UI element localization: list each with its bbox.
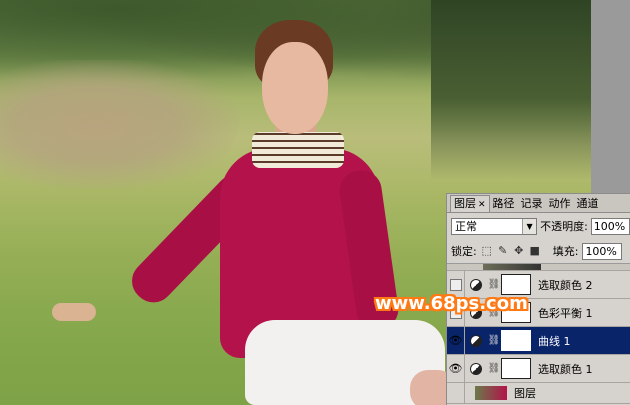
tab-layers[interactable]: 图层 ✕	[450, 195, 490, 212]
layer-thumbnail	[475, 386, 507, 400]
layer-name: 图层	[514, 387, 536, 400]
layer-name: 曲线 1	[538, 334, 571, 348]
layer-name: 选取颜色 1	[538, 362, 593, 376]
background-trees-right	[431, 0, 591, 180]
face	[262, 42, 328, 134]
lock-all-icon[interactable]: ■	[529, 245, 541, 257]
watermark: www.68ps.com	[375, 293, 528, 314]
lock-move-icon[interactable]: ✥	[513, 245, 525, 257]
lock-transparency-icon[interactable]: ⬚	[481, 245, 493, 257]
layer-mask-thumbnail[interactable]	[501, 274, 531, 295]
lock-label: 锁定:	[451, 245, 477, 258]
adjustment-icon	[465, 362, 487, 375]
tab-history[interactable]: 记录	[518, 196, 546, 212]
chevron-down-icon[interactable]: ▼	[522, 218, 537, 234]
layer-mask-thumbnail[interactable]	[501, 330, 531, 351]
eye-icon: 👁	[448, 362, 463, 375]
panel-tabs: 图层 ✕ 路径 记录 动作 通道	[447, 194, 630, 213]
visibility-toggle[interactable]: 👁	[447, 355, 465, 382]
layer-name: 选取颜色 2	[538, 278, 593, 292]
tab-channels[interactable]: 通道	[574, 196, 602, 212]
layer-row-partial-bottom[interactable]: 图层	[447, 383, 630, 404]
link-icon[interactable]: ⛓	[487, 363, 501, 374]
lock-fill-row: 锁定: ⬚ ✎ ✥ ■ 填充: 100%	[447, 239, 630, 264]
link-icon[interactable]: ⛓	[487, 335, 501, 346]
tab-label: 图层	[454, 197, 476, 210]
layer-mask-thumbnail[interactable]	[501, 358, 531, 379]
layer-name: 色彩平衡 1	[538, 306, 593, 320]
adjustment-icon	[465, 334, 487, 347]
visibility-toggle[interactable]	[447, 383, 465, 403]
striped-collar	[252, 132, 344, 168]
blend-mode-select[interactable]: 正常 ▼	[451, 217, 538, 235]
close-icon[interactable]: ✕	[478, 200, 486, 210]
visibility-toggle[interactable]: 👁	[447, 327, 465, 354]
layer-row-partial-top	[447, 264, 630, 271]
left-hand	[52, 303, 96, 321]
link-icon[interactable]: ⛓	[487, 279, 501, 290]
opacity-label: 不透明度:	[540, 220, 588, 233]
layers-list: ⛓ 选取颜色 2 ⛓ 色彩平衡 1 👁 ⛓ 曲线 1 👁 ⛓ 选取颜色 1 图层	[447, 264, 630, 404]
woman-figure	[52, 20, 456, 405]
lock-brush-icon[interactable]: ✎	[497, 245, 509, 257]
blend-mode-value: 正常	[455, 220, 477, 233]
layer-thumbnail	[483, 264, 541, 270]
eye-icon: 👁	[448, 334, 463, 347]
hidden-box-icon	[449, 278, 462, 291]
adjustment-icon	[465, 278, 487, 291]
fill-field[interactable]: 100%	[582, 242, 623, 260]
tab-paths[interactable]: 路径	[490, 196, 518, 212]
opacity-field[interactable]: 100%	[590, 217, 630, 235]
tab-actions[interactable]: 动作	[546, 196, 574, 212]
layer-row-selected[interactable]: 👁 ⛓ 曲线 1	[447, 327, 630, 355]
blend-opacity-row: 正常 ▼ 不透明度: 100%	[447, 213, 630, 239]
layer-row[interactable]: 👁 ⛓ 选取颜色 1	[447, 355, 630, 383]
fill-label: 填充:	[552, 245, 579, 258]
